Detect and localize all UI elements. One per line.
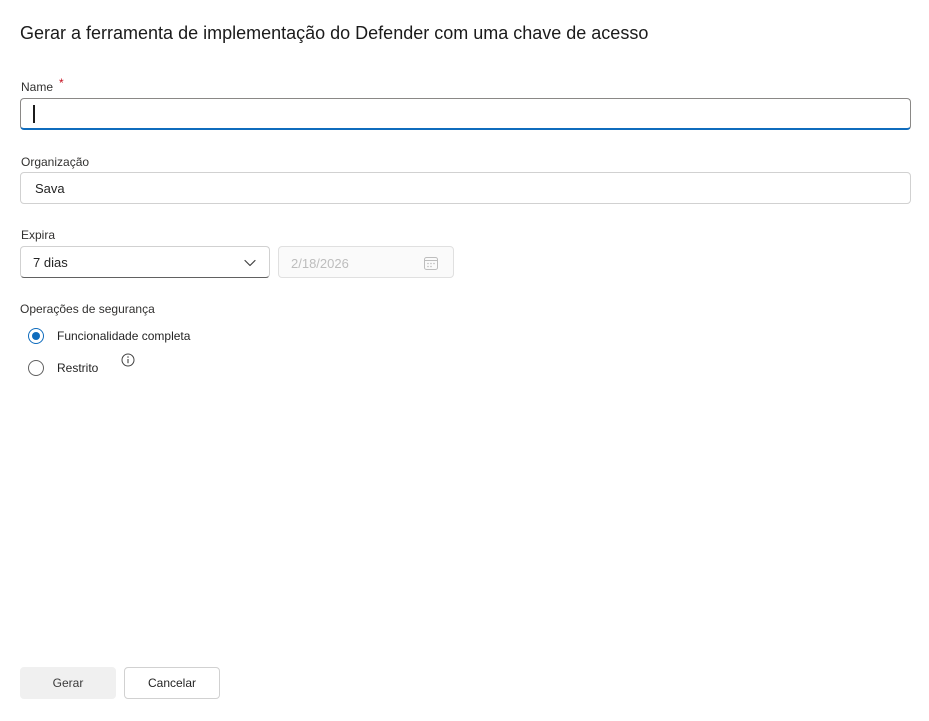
- info-icon[interactable]: [121, 353, 135, 367]
- security-operations-label: Operações de segurança: [20, 302, 155, 316]
- organization-input[interactable]: [20, 172, 911, 204]
- generate-button[interactable]: Gerar: [20, 667, 116, 699]
- expiration-date-value: 2/18/2026: [291, 256, 349, 271]
- text-caret: [33, 105, 35, 123]
- expires-label: Expira: [21, 228, 56, 242]
- expiration-date-field: 2/18/2026: [278, 246, 454, 278]
- cancel-button[interactable]: Cancelar: [124, 667, 220, 699]
- name-label-text: Name: [21, 80, 54, 94]
- radio-label-full: Funcionalidade completa: [57, 329, 191, 343]
- radio-button[interactable]: [28, 360, 44, 376]
- expires-dropdown[interactable]: 7 dias: [20, 246, 270, 278]
- name-input[interactable]: [20, 98, 911, 130]
- radio-full-functionality[interactable]: Funcionalidade completa: [28, 326, 190, 346]
- organization-label: Organização: [21, 155, 90, 169]
- deployment-tool-panel: Gerar a ferramenta de implementação do D…: [0, 0, 929, 721]
- radio-restricted[interactable]: Restrito: [28, 358, 98, 378]
- calendar-icon: [424, 257, 438, 270]
- name-label: Name *: [21, 76, 64, 94]
- radio-button-checked[interactable]: [28, 328, 44, 344]
- radio-label-restricted: Restrito: [57, 361, 99, 375]
- required-marker: *: [59, 76, 64, 90]
- expires-selected-value: 7 dias: [33, 255, 68, 270]
- page-title: Gerar a ferramenta de implementação do D…: [20, 23, 649, 43]
- chevron-down-icon: [244, 259, 256, 267]
